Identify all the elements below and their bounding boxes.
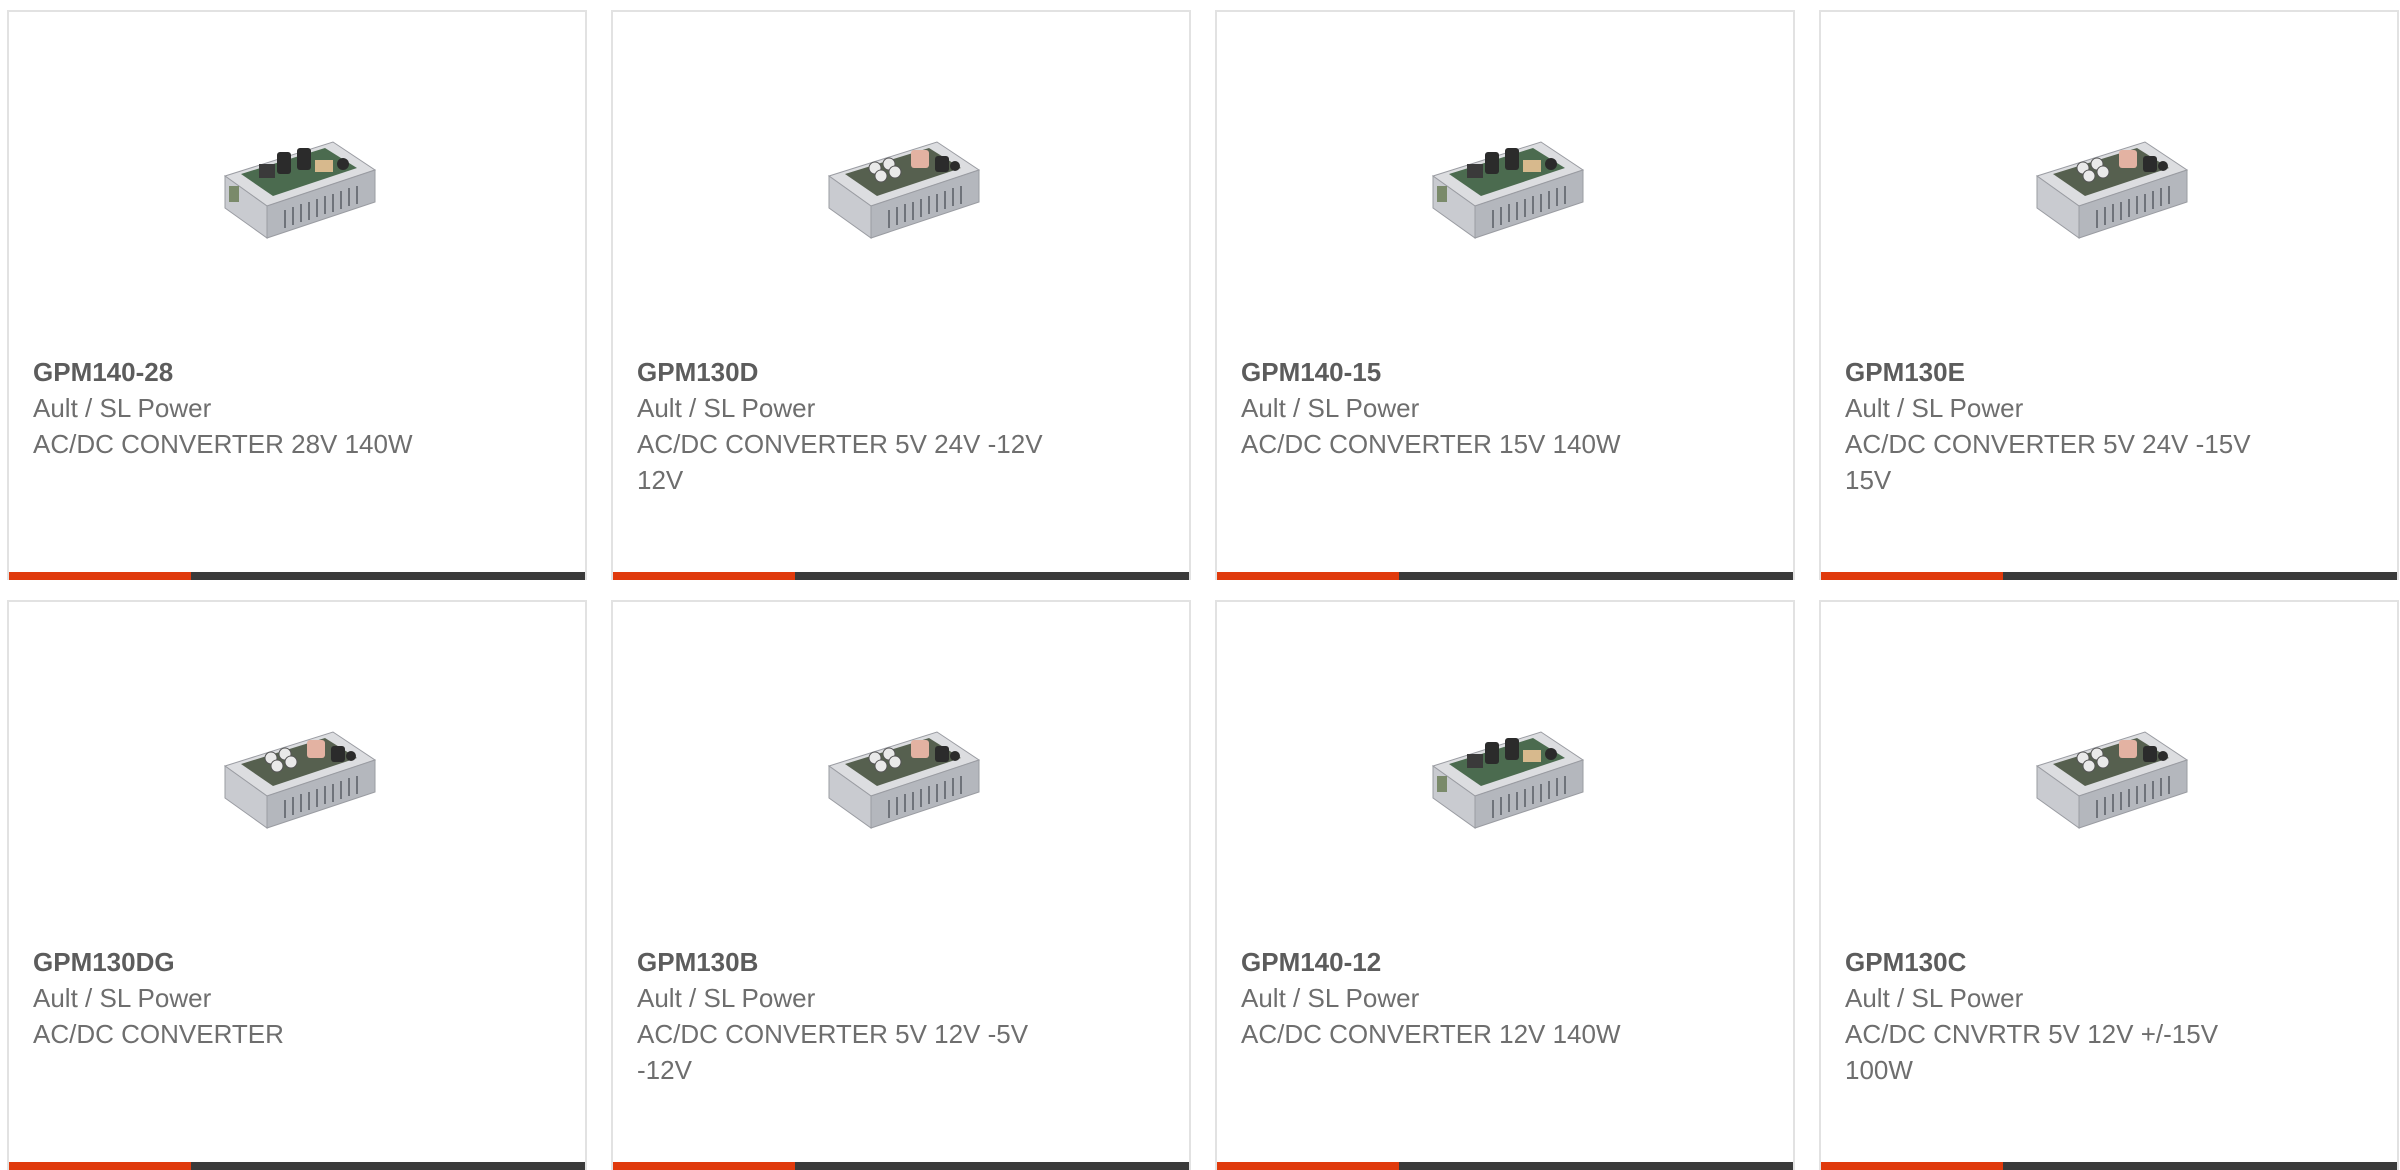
description-text: AC/DC CONVERTER 5V 12V -5V -12V [637,1019,1029,1085]
product-info: GPM130DG Ault / SL Power AC/DC CONVERTER [33,944,473,1052]
product-info: GPM140-28 Ault / SL Power AC/DC CONVERTE… [33,354,473,462]
power-supply-image[interactable] [819,708,991,838]
card-accent-bar [613,572,795,580]
part-number-link[interactable]: GPM130E [1845,357,1965,387]
product-info: GPM140-15 Ault / SL Power AC/DC CONVERTE… [1241,354,1681,462]
card-accent-bar [613,1162,795,1170]
description-text: AC/DC CONVERTER 5V 24V -12V 12V [637,429,1043,495]
power-supply-image[interactable] [2027,118,2199,248]
manufacturer-text: Ault / SL Power [1845,983,2024,1013]
manufacturer-text: Ault / SL Power [637,983,816,1013]
card-bottom-bar [9,572,585,580]
part-number-link[interactable]: GPM140-15 [1241,357,1381,387]
product-grid: GPM140-28 Ault / SL Power AC/DC CONVERTE… [7,10,2399,1170]
description-text: AC/DC CNVRTR 5V 12V +/-15V 100W [1845,1019,2219,1085]
product-info: GPM130C Ault / SL Power AC/DC CNVRTR 5V … [1845,944,2285,1088]
card-bottom-bar [1821,1162,2397,1170]
power-supply-image[interactable] [2027,708,2199,838]
card-accent-bar [1821,572,2003,580]
part-number-link[interactable]: GPM130C [1845,947,1966,977]
card-accent-bar [1217,1162,1399,1170]
card-bottom-bar [1217,572,1793,580]
product-card[interactable]: GPM130D Ault / SL Power AC/DC CONVERTER … [611,10,1191,580]
power-supply-image[interactable] [215,708,387,838]
part-number-link[interactable]: GPM130D [637,357,758,387]
card-bottom-bar [613,1162,1189,1170]
part-number-link[interactable]: GPM130B [637,947,758,977]
product-info: GPM130D Ault / SL Power AC/DC CONVERTER … [637,354,1077,498]
part-number-link[interactable]: GPM140-28 [33,357,173,387]
part-number-link[interactable]: GPM130DG [33,947,175,977]
product-card[interactable]: GPM140-15 Ault / SL Power AC/DC CONVERTE… [1215,10,1795,580]
product-card[interactable]: GPM140-12 Ault / SL Power AC/DC CONVERTE… [1215,600,1795,1170]
card-bottom-bar [1217,1162,1793,1170]
product-card[interactable]: GPM130B Ault / SL Power AC/DC CONVERTER … [611,600,1191,1170]
product-card[interactable]: GPM130DG Ault / SL Power AC/DC CONVERTER [7,600,587,1170]
description-text: AC/DC CONVERTER 5V 24V -15V 15V [1845,429,2251,495]
manufacturer-text: Ault / SL Power [33,983,212,1013]
card-bottom-bar [1821,572,2397,580]
card-accent-bar [1821,1162,2003,1170]
manufacturer-text: Ault / SL Power [1241,983,1420,1013]
product-info: GPM130E Ault / SL Power AC/DC CONVERTER … [1845,354,2285,498]
card-accent-bar [9,572,191,580]
card-bottom-bar [613,572,1189,580]
description-text: AC/DC CONVERTER 15V 140W [1241,429,1621,459]
product-card[interactable]: GPM130C Ault / SL Power AC/DC CNVRTR 5V … [1819,600,2399,1170]
card-accent-bar [9,1162,191,1170]
product-info: GPM130B Ault / SL Power AC/DC CONVERTER … [637,944,1077,1088]
card-accent-bar [1217,572,1399,580]
card-bottom-bar [9,1162,585,1170]
description-text: AC/DC CONVERTER [33,1019,284,1049]
description-text: AC/DC CONVERTER 12V 140W [1241,1019,1621,1049]
manufacturer-text: Ault / SL Power [637,393,816,423]
product-card[interactable]: GPM130E Ault / SL Power AC/DC CONVERTER … [1819,10,2399,580]
manufacturer-text: Ault / SL Power [1241,393,1420,423]
product-card[interactable]: GPM140-28 Ault / SL Power AC/DC CONVERTE… [7,10,587,580]
manufacturer-text: Ault / SL Power [33,393,212,423]
power-supply-image[interactable] [215,118,387,248]
power-supply-image[interactable] [1423,708,1595,838]
product-info: GPM140-12 Ault / SL Power AC/DC CONVERTE… [1241,944,1681,1052]
manufacturer-text: Ault / SL Power [1845,393,2024,423]
power-supply-image[interactable] [1423,118,1595,248]
description-text: AC/DC CONVERTER 28V 140W [33,429,413,459]
power-supply-image[interactable] [819,118,991,248]
part-number-link[interactable]: GPM140-12 [1241,947,1381,977]
